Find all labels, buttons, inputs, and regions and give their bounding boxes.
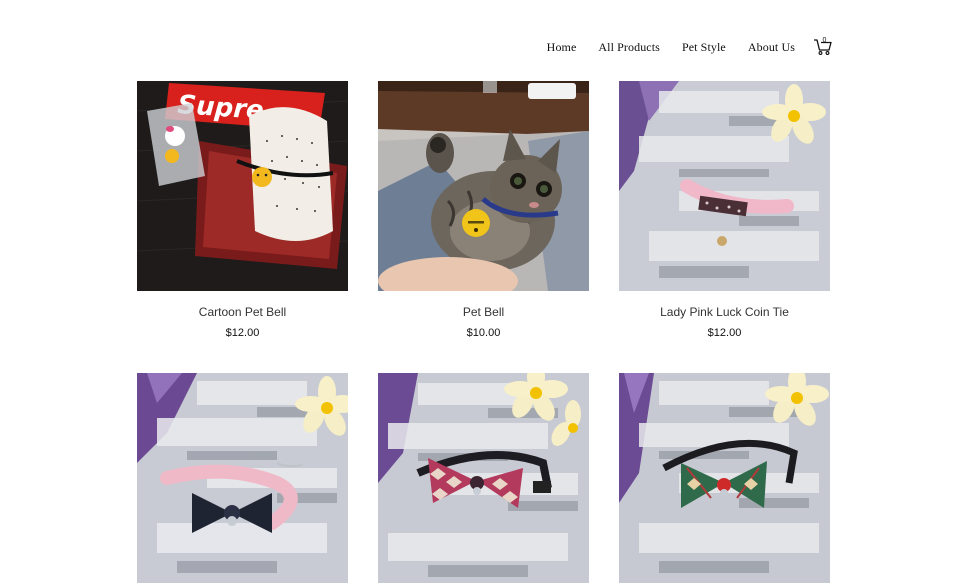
nav-home[interactable]: Home: [547, 40, 577, 55]
product-price: $12.00: [707, 327, 742, 339]
product-name[interactable]: Cartoon Pet Bell: [199, 305, 286, 319]
product-image[interactable]: [619, 81, 830, 291]
nav-about-us[interactable]: About Us: [748, 40, 795, 55]
product-price: $12.00: [225, 327, 260, 339]
product-image[interactable]: [619, 373, 830, 583]
product-grid: Supre Cartoon Pet Bell $12.00 Pet Bell $…: [137, 81, 830, 586]
product-image[interactable]: [378, 81, 589, 291]
cart-button[interactable]: 0: [813, 37, 833, 56]
product-image[interactable]: [137, 373, 348, 583]
store-page: Home All Products Pet Style About Us 0 S…: [0, 0, 960, 586]
nav-pet-style[interactable]: Pet Style: [682, 40, 726, 55]
product-card[interactable]: [137, 373, 348, 586]
product-card[interactable]: Lady Pink Luck Coin Tie $12.00: [619, 81, 830, 339]
product-image[interactable]: Supre: [137, 81, 348, 291]
product-card[interactable]: Pet Bell $10.00: [378, 81, 589, 339]
product-name[interactable]: Pet Bell: [463, 305, 504, 319]
nav-all-products[interactable]: All Products: [598, 40, 660, 55]
product-image[interactable]: [378, 373, 589, 583]
cart-count: 0: [822, 37, 827, 44]
main-nav: Home All Products Pet Style About Us 0: [547, 37, 833, 56]
product-name[interactable]: Lady Pink Luck Coin Tie: [660, 305, 789, 319]
product-card[interactable]: [378, 373, 589, 586]
product-price: $10.00: [466, 327, 501, 339]
product-card[interactable]: Supre Cartoon Pet Bell $12.00: [137, 81, 348, 339]
product-card[interactable]: [619, 373, 830, 586]
